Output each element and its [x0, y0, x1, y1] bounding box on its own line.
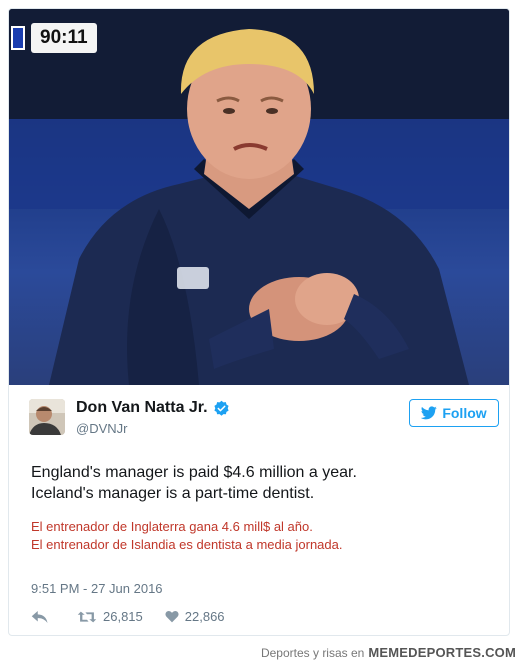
heart-icon — [165, 610, 179, 623]
retweet-count: 26,815 — [103, 609, 143, 624]
spanish-translation: El entrenador de Inglaterra gana 4.6 mil… — [31, 518, 342, 554]
tweet-header: Don Van Natta Jr. @DVNJr Follow — [29, 399, 499, 445]
match-clock: 90:11 — [31, 23, 97, 53]
author-name[interactable]: Don Van Natta Jr. — [76, 399, 208, 417]
match-scoreboard: 90:11 — [11, 23, 97, 53]
watermark-footer: Deportes y risas en MEMEDEPORTES.COM — [261, 645, 516, 660]
watermark-prefix: Deportes y risas en — [260, 646, 365, 660]
avatar[interactable] — [29, 399, 65, 435]
team-color-marker — [11, 26, 25, 50]
translation-line-2: El entrenador de Islandia es dentista a … — [31, 537, 343, 552]
follow-label: Follow — [442, 405, 487, 421]
watermark-brand: MEMEDEPORTES.COM — [368, 645, 516, 660]
tweet-card: 90:11 Don Van Natta Jr. @DVNJr Follow En… — [8, 8, 510, 636]
author-handle[interactable]: @DVNJr — [76, 421, 127, 436]
tweet-actions: 26,815 22,866 — [31, 609, 247, 624]
twitter-bird-icon — [421, 406, 438, 420]
author-name-row: Don Van Natta Jr. — [76, 399, 230, 417]
retweet-icon — [77, 611, 97, 622]
like-count: 22,866 — [184, 609, 225, 624]
tweet-timestamp[interactable]: 9:51 PM - 27 Jun 2016 — [31, 581, 163, 596]
tweet-text: England's manager is paid $4.6 million a… — [31, 462, 357, 504]
translation-line-1: El entrenador de Inglaterra gana 4.6 mil… — [31, 519, 313, 534]
reply-button[interactable] — [31, 610, 55, 624]
retweet-button[interactable]: 26,815 — [77, 609, 143, 624]
follow-button[interactable]: Follow — [409, 399, 499, 427]
tweet-text-line-2: Iceland's manager is a part-time dentist… — [31, 485, 315, 502]
tweet-text-line-1: England's manager is paid $4.6 million a… — [31, 464, 357, 481]
manager-illustration — [9, 9, 509, 385]
verified-icon — [213, 400, 230, 417]
reply-icon — [31, 610, 48, 623]
tweet-photo[interactable]: 90:11 — [9, 9, 509, 385]
like-button[interactable]: 22,866 — [165, 609, 225, 624]
